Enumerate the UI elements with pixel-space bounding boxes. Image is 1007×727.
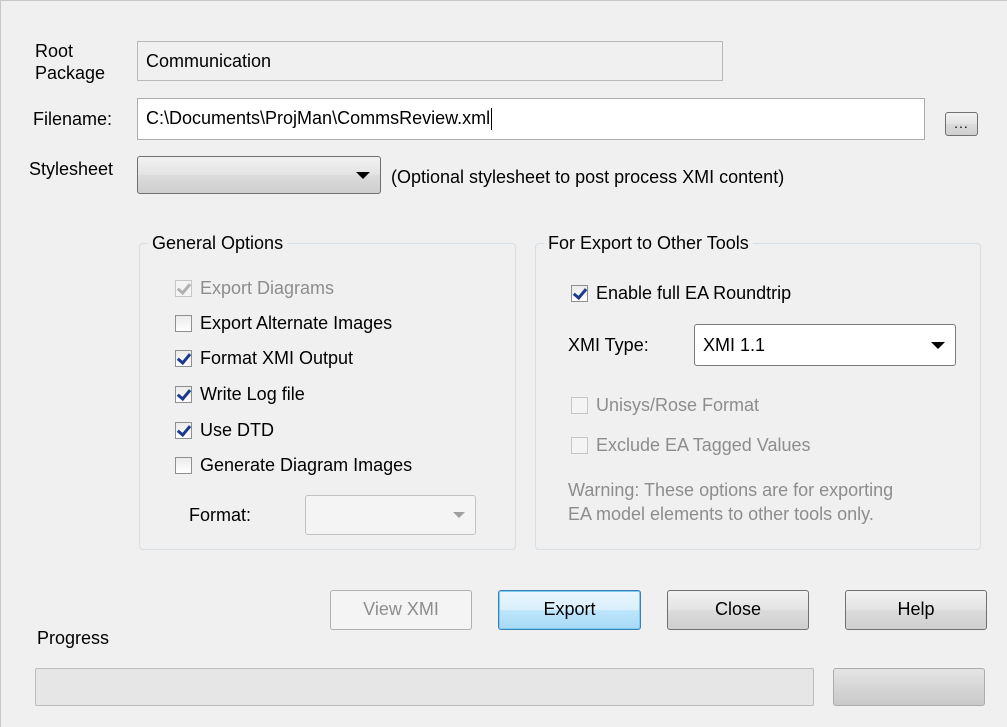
root-package-field: Communication — [137, 41, 723, 81]
warning-line-1: Warning: These options are for exporting — [568, 480, 894, 500]
root-package-label: Root Package — [35, 40, 105, 84]
checkbox-box — [571, 396, 588, 414]
format-xmi-output-checkbox[interactable]: Format XMI Output — [175, 346, 353, 370]
checkbox-box — [175, 385, 192, 403]
progress-side-button[interactable] — [833, 668, 985, 706]
write-log-file-checkbox[interactable]: Write Log file — [175, 382, 305, 406]
checkbox-label: Unisys/Rose Format — [596, 394, 760, 415]
export-button[interactable]: Export — [498, 590, 641, 630]
stylesheet-label: Stylesheet — [29, 159, 114, 179]
root-package-label-line1: Root — [35, 41, 74, 61]
xmi-type-selected-value: XMI 1.1 — [703, 335, 766, 355]
xmi-type-dropdown[interactable]: XMI 1.1 — [694, 324, 956, 366]
close-button[interactable]: Close — [667, 590, 809, 630]
export-warning-text: Warning: These options are for exporting… — [568, 478, 893, 526]
checkbox-label: Generate Diagram Images — [200, 454, 413, 475]
use-dtd-checkbox[interactable]: Use DTD — [175, 418, 274, 442]
format-label: Format: — [189, 505, 252, 525]
unisys-rose-format-checkbox[interactable]: Unisys/Rose Format — [571, 393, 759, 417]
checkbox-box — [175, 314, 192, 332]
stylesheet-hint: (Optional stylesheet to post process XMI… — [391, 167, 785, 187]
checkbox-box — [571, 436, 588, 454]
checkbox-label: Export Alternate Images — [200, 312, 393, 333]
progress-label: Progress — [37, 628, 110, 648]
help-button[interactable]: Help — [845, 590, 987, 630]
window-top-border — [0, 0, 1007, 1]
chevron-down-icon — [931, 342, 945, 349]
stylesheet-dropdown[interactable] — [137, 156, 381, 194]
general-options-title: General Options — [148, 231, 288, 255]
generate-diagram-images-checkbox[interactable]: Generate Diagram Images — [175, 453, 412, 477]
checkbox-box — [175, 279, 192, 297]
warning-line-2: EA model elements to other tools only. — [568, 504, 874, 524]
export-diagrams-checkbox[interactable]: Export Diagrams — [175, 276, 334, 300]
chevron-down-icon — [356, 172, 370, 179]
checkbox-label: Format XMI Output — [200, 347, 354, 368]
root-package-label-line2: Package — [35, 63, 106, 83]
browse-button[interactable]: ... — [945, 112, 978, 136]
checkbox-label: Enable full EA Roundtrip — [596, 282, 792, 303]
filename-value: C:\Documents\ProjMan\CommsReview.xml — [146, 108, 491, 128]
exclude-ea-tagged-values-checkbox[interactable]: Exclude EA Tagged Values — [571, 433, 811, 457]
filename-input[interactable]: C:\Documents\ProjMan\CommsReview.xml — [137, 98, 925, 140]
checkbox-label: Write Log file — [200, 383, 305, 404]
progress-bar — [35, 668, 814, 706]
checkbox-box — [571, 284, 588, 302]
window-left-border — [0, 0, 1, 727]
text-caret — [491, 108, 493, 131]
format-dropdown[interactable] — [305, 495, 476, 535]
export-to-other-tools-title: For Export to Other Tools — [544, 231, 753, 255]
view-xmi-button[interactable]: View XMI — [330, 590, 472, 630]
export-alternate-images-checkbox[interactable]: Export Alternate Images — [175, 311, 392, 335]
checkbox-label: Export Diagrams — [200, 277, 335, 298]
checkbox-box — [175, 456, 192, 474]
checkbox-label: Use DTD — [200, 419, 275, 440]
enable-full-ea-roundtrip-checkbox[interactable]: Enable full EA Roundtrip — [571, 281, 791, 305]
checkbox-box — [175, 421, 192, 439]
checkbox-box — [175, 349, 192, 367]
checkbox-label: Exclude EA Tagged Values — [596, 434, 811, 455]
chevron-down-icon — [453, 512, 465, 518]
filename-label: Filename: — [33, 109, 113, 129]
xmi-type-label: XMI Type: — [568, 335, 649, 355]
